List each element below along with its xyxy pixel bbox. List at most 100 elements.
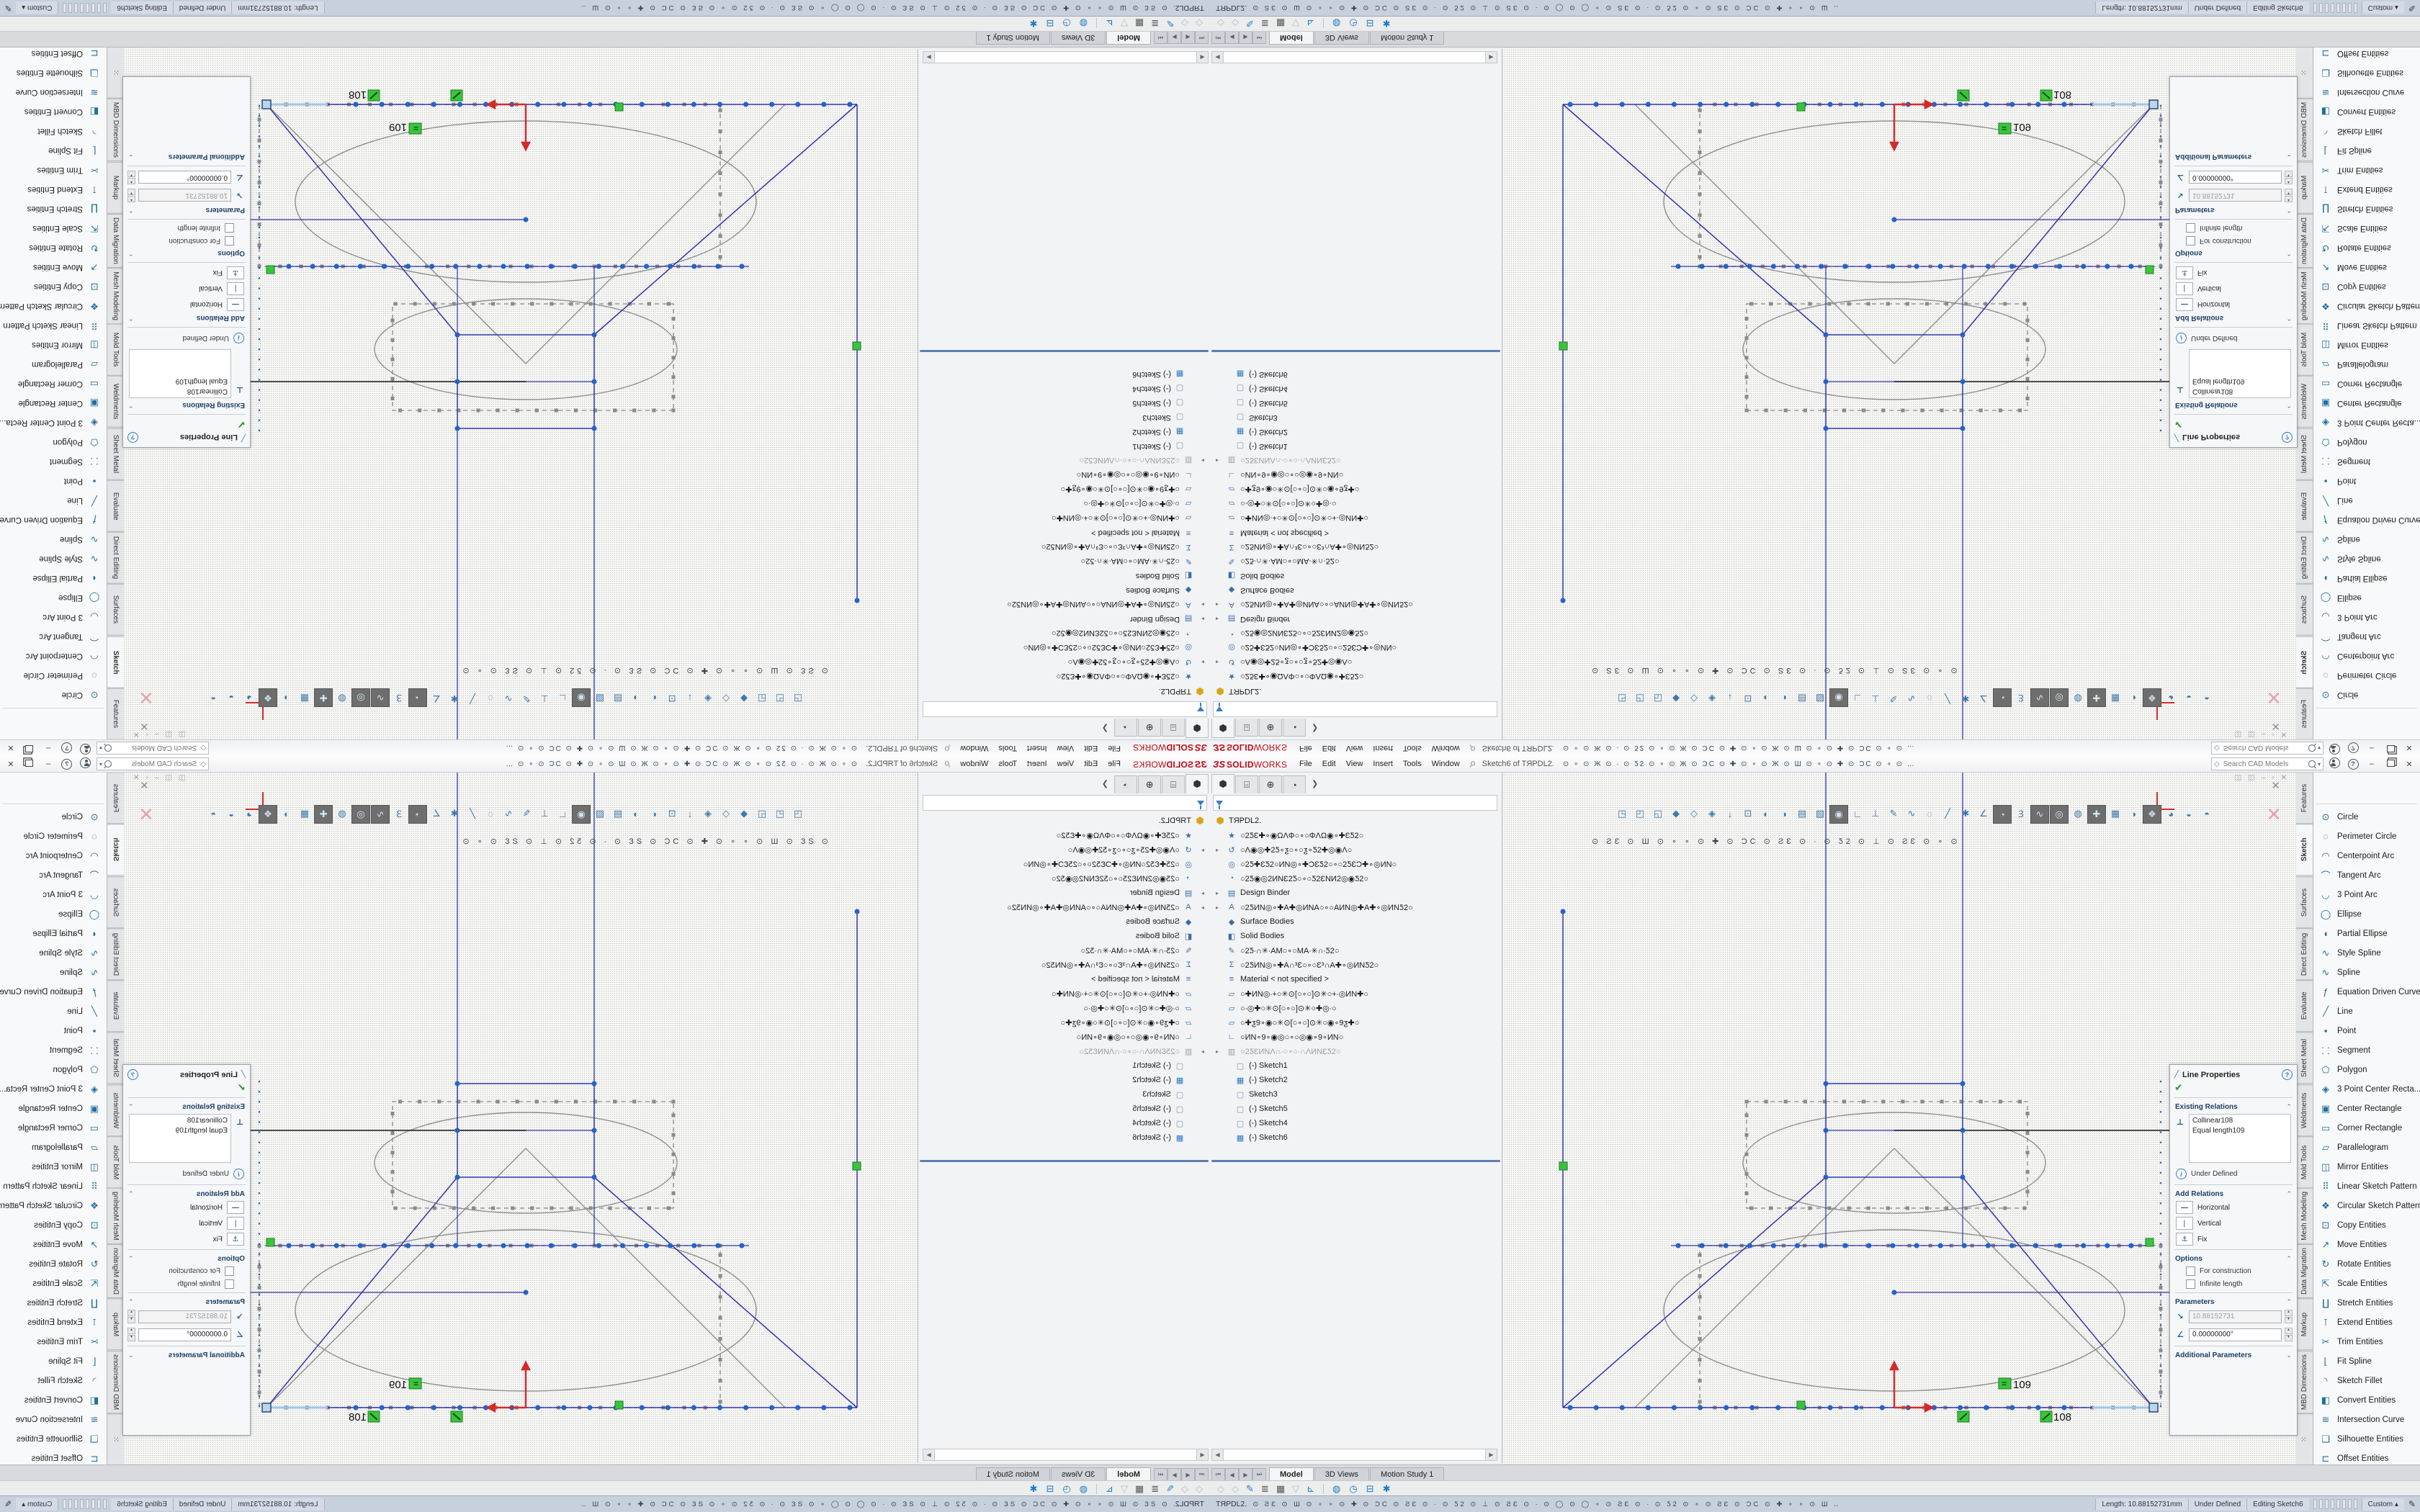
line-endpoint-handle[interactable] — [262, 1403, 271, 1412]
toolbar-icon[interactable]: ▦ — [296, 690, 313, 707]
close-button[interactable]: ✕ — [3, 760, 19, 769]
stretch-entities-tool[interactable]: ∐ Stretch Entities — [2313, 199, 2420, 219]
toolbar-icon[interactable]: ◰ — [771, 690, 789, 707]
toolbar-icon[interactable]: ❖ — [259, 688, 277, 707]
toolbar-icon[interactable]: ∠ — [1975, 690, 1992, 707]
options-header[interactable]: Options — [2175, 1255, 2286, 1263]
edit-sketch-icon[interactable]: ✎ — [2404, 3, 2420, 13]
tangent-arc-tool[interactable]: ⌒ Tangent Arc — [2313, 627, 2420, 647]
search-dropdown-icon[interactable]: ▾ — [99, 745, 102, 752]
toolbar-icon[interactable]: ╱ — [464, 690, 481, 707]
offset-entities-tool[interactable]: ⊏ Offset Entities — [0, 47, 107, 63]
tree-item[interactable]: ▸ ↺ ○Λ◉◎✚2Ƽ∘ƺ○∘○ƺ∘Ƽ2✚◎◉Λ○ — [1210, 655, 1502, 670]
close-button[interactable]: ✕ — [2401, 760, 2417, 769]
toolbar-icon[interactable]: ∠ — [428, 690, 445, 707]
three-point-center-rect-tool[interactable]: ◈ 3 Point Center Recta... — [2313, 413, 2420, 433]
tree-item[interactable]: ▦ (-) Sketch2 — [918, 1073, 1210, 1087]
parameters-header[interactable]: Parameters — [2175, 206, 2286, 214]
scale-entities-tool[interactable]: ⇱ Scale Entities — [2313, 219, 2420, 238]
tree-item[interactable]: ≡ Material < not specified > — [918, 526, 1210, 540]
tree-item[interactable]: ∟ ○ИΝ∘9∘◉◎○∘○◎◉∘9∘ИΝ○ — [918, 468, 1210, 482]
tree-item[interactable]: ◔ ○2Ƽ◉◎2ИΝƐ2Ƽ○∘○Ƽ2ƐΝИ2◎◉Ƽ2○ — [918, 626, 1210, 641]
render-icon[interactable]: ◷ — [1349, 18, 1357, 30]
checkbox[interactable] — [2186, 223, 2195, 233]
user-account-icon[interactable] — [78, 757, 94, 770]
command-tab[interactable]: ⁙ — [2296, 47, 2313, 99]
menu-item[interactable]: File — [1103, 758, 1126, 770]
toolbar-icon[interactable]: ◒ — [223, 690, 240, 707]
circle-tool[interactable]: ⊙ Circle — [2313, 685, 2420, 705]
angle-spinner[interactable]: ▲▼ — [127, 1328, 135, 1341]
fit-spline-tool[interactable]: ⌊ Fit Spline — [2313, 1351, 2420, 1371]
search-box[interactable]: ◇ ▾ — [2211, 757, 2323, 770]
tree-item[interactable]: ▸ ▥ ○2ƼƐИΝΛ∩∙○∘○∙∩ΛИΝƐƼ2○ — [1210, 1044, 1502, 1058]
render-icon[interactable]: ⊟ — [1366, 18, 1374, 30]
panel-tabs-overflow-icon[interactable]: ❯ — [1102, 779, 1108, 788]
cancel-command-icon[interactable]: ✕ — [138, 686, 154, 708]
circle-tool[interactable]: ⊙ Circle — [0, 807, 107, 827]
render-icon[interactable]: ✱ — [1029, 18, 1037, 30]
command-tab[interactable]: Evaluate — [2296, 980, 2313, 1032]
tree-item[interactable]: ▸ A ○2ƼИΝ◎∘✚Α✚◎ИΝΑ○∘○ΑИΝ◎✚Α✚∘◎ИΝƼ2○ — [918, 900, 1210, 914]
panel-help-icon[interactable]: ? — [127, 432, 138, 443]
tree-item[interactable]: ▢ (-) Sketch5 — [1210, 396, 1502, 410]
toolbar-icon[interactable]: ◌ — [482, 805, 499, 822]
command-tab[interactable]: Mold Tools — [107, 1136, 124, 1188]
toolbar-icon[interactable]: ∠ — [428, 805, 445, 822]
toolbar-icon[interactable]: ◎ — [351, 688, 370, 707]
tab-nav-button[interactable]: ▶ — [1168, 31, 1181, 44]
command-tab[interactable]: Data Migration — [2296, 214, 2313, 268]
parallelogram-tool[interactable]: ▱ Parallelogram — [2313, 355, 2420, 374]
panel-help-icon[interactable]: ? — [2282, 432, 2293, 443]
tree-item[interactable]: ◧ Solid Bodies — [1210, 929, 1502, 943]
scale-entities-tool[interactable]: ⇱ Scale Entities — [0, 1274, 107, 1293]
display-icon[interactable]: ◇ — [1181, 18, 1188, 30]
scroll-right-icon[interactable]: ▶ — [1485, 1449, 1497, 1461]
tree-item[interactable]: Σ ○2ƼИΝ◎∘✚Α∩³Ɛ○∘○Ɛ³∩Α✚∘◎ИΝƼ2○ — [918, 958, 1210, 972]
command-tab[interactable]: Data Migration — [107, 1244, 124, 1298]
rotate-entities-tool[interactable]: ↻ Rotate Entities — [0, 1254, 107, 1274]
line-tool[interactable]: ╱ Line — [0, 1002, 107, 1021]
panel-help-icon[interactable]: ? — [2282, 1069, 2293, 1080]
segment-tool[interactable]: ⸬ Segment — [0, 452, 107, 472]
tree-item[interactable]: ▢ Sketch3 — [1210, 1087, 1502, 1102]
checkbox[interactable] — [2186, 236, 2195, 246]
relation-icon[interactable]: — — [2176, 1201, 2193, 1214]
tree-item[interactable]: ◆ Surface Bodies — [918, 583, 1210, 598]
center-rectangle-tool[interactable]: ▣ Center Rectangle — [2313, 1099, 2420, 1118]
render-icon[interactable]: ✱ — [1029, 1483, 1037, 1495]
tree-item[interactable]: ▸ ▤ Design Binder — [918, 612, 1210, 626]
tree-item[interactable]: ▱ ○✚ƺ9∘◉○✳⊙[○∘○]⊙✳○◉∘9ƺ✚○ — [1210, 1015, 1502, 1030]
toolbar-icon[interactable]: ◆ — [735, 805, 753, 822]
command-tab[interactable]: MBD Dimensions — [107, 1351, 124, 1413]
search-input[interactable] — [114, 760, 198, 769]
toolbar-icon[interactable]: ◕ — [2162, 690, 2179, 707]
stretch-entities-tool[interactable]: ∐ Stretch Entities — [2313, 1293, 2420, 1313]
options-header[interactable]: Options — [2175, 249, 2286, 257]
fix-relation-button[interactable]: ⚓ Fix — [2170, 265, 2297, 281]
circular-pattern-tool[interactable]: ❖ Circular Sketch Pattern — [2313, 1196, 2420, 1215]
render-icon[interactable]: ⊟ — [1046, 18, 1054, 30]
display-icon[interactable]: ≣ — [1151, 18, 1159, 30]
angle-spinner[interactable]: ▲▼ — [127, 171, 135, 184]
spline-tool[interactable]: ∿ Spline — [2313, 963, 2420, 982]
command-tab[interactable]: ⁙ — [107, 1413, 124, 1465]
tab-nav-button[interactable]: ⏭ — [1252, 31, 1266, 44]
centerpoint-arc-tool[interactable]: ◠ Centerpoint Arc — [0, 846, 107, 865]
command-tab[interactable]: Markup — [2296, 161, 2313, 213]
document-window-controls[interactable]: ◫◫–▫✕ — [133, 730, 185, 738]
tree-root-part[interactable]: ⬢ TЯPDL2. — [918, 684, 1210, 698]
tree-item[interactable]: ★ ○2ƼƐ✚∘◉ΩΛΦ○∘○ΦΛΩ◉∘✚ƐƼ2○ — [918, 670, 1210, 684]
parallelogram-tool[interactable]: ▱ Parallelogram — [0, 1138, 107, 1157]
tree-item[interactable]: ▸ ▤ Design Binder — [1210, 612, 1502, 626]
relation-entry[interactable]: Equal length109 — [133, 376, 228, 386]
toolbar-icon[interactable]: ✚ — [2087, 805, 2106, 824]
collinear-number-badge[interactable]: 108 — [349, 1411, 380, 1423]
menu-item[interactable]: Edit — [1317, 758, 1341, 770]
quick-access-toolbar[interactable]: ⊙ ∘ ⊙ Ж ⊙ ∙ ⊙ Ƽ2 ⊙ ∘ ⊙ Ж ⊙ ƆC ⊙ ✚ ⊙ ∘ ⊙ … — [1563, 744, 2208, 752]
toolbar-icon[interactable]: ◑ — [1775, 690, 1793, 707]
command-tab[interactable]: Surfaces — [2296, 584, 2313, 636]
command-tab[interactable]: Evaluate — [107, 480, 124, 532]
convert-entities-tool[interactable]: ◧ Convert Entities — [2313, 1390, 2420, 1410]
tree-item[interactable]: ∟ ○ИΝ∘9∘◉◎○∘○◎◉∘9∘ИΝ○ — [1210, 1030, 1502, 1044]
